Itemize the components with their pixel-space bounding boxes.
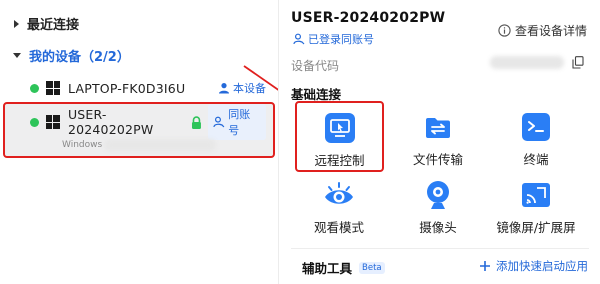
recent-connections-label: 最近连接 [27, 18, 80, 33]
windows-icon [45, 115, 60, 129]
add-quick-launch-label: 添加快速启动应用 [496, 259, 588, 273]
tile-label: 文件传输 [412, 152, 463, 167]
same-account-tag: 同账号 [208, 104, 266, 140]
aux-tools-title: 辅助工具 [302, 261, 353, 276]
tile-label: 摄像头 [419, 220, 457, 235]
redacted-device-code [490, 56, 564, 69]
detail-device-name: USER-20240202PW [291, 10, 446, 26]
my-devices-label: 我的设备（2/2） [29, 50, 130, 65]
copy-icon[interactable] [572, 56, 584, 69]
caret-right-icon [14, 19, 19, 28]
logged-in-badge: 已登录同账号 [293, 31, 374, 47]
windows-icon [46, 81, 60, 95]
tile-label: 远程控制 [314, 153, 365, 168]
beta-badge: Beta [359, 261, 385, 274]
view-details-label: 查看设备详情 [515, 24, 588, 38]
my-devices-group[interactable]: 我的设备（2/2） [13, 46, 130, 65]
tile-label: 终端 [523, 152, 549, 167]
user-link-icon [293, 33, 305, 45]
online-status-dot [30, 83, 39, 93]
device-row-laptop[interactable]: LAPTOP-FK0D3I6U 本设备 [30, 80, 266, 96]
aux-tools-header: 辅助工具 Beta [302, 258, 385, 277]
section-divider [291, 248, 589, 249]
tile-label: 镜像屏/扩展屏 [496, 220, 576, 235]
cast-screen-icon [522, 183, 550, 207]
info-icon [498, 24, 511, 37]
watch-mode-button[interactable]: 观看模式 [299, 170, 379, 240]
file-transfer-button[interactable]: 文件传输 [398, 102, 478, 172]
online-status-dot [30, 117, 39, 127]
recent-connections-group[interactable]: 最近连接 [14, 14, 79, 33]
tile-label: 观看模式 [313, 220, 364, 235]
device-os-label: Windows [62, 140, 103, 150]
caret-down-icon [13, 53, 21, 58]
mirror-extend-screen-button[interactable]: 镜像屏/扩展屏 [490, 170, 582, 240]
device-code-label: 设备代码 [291, 59, 340, 73]
terminal-icon [522, 113, 550, 141]
logged-in-label: 已登录同账号 [308, 33, 374, 46]
device-row-user[interactable]: USER-20240202PW 同账号 [30, 104, 266, 140]
view-details-link[interactable]: 查看设备详情 [498, 22, 587, 39]
file-transfer-icon [426, 118, 450, 138]
camera-button[interactable]: 摄像头 [398, 170, 478, 240]
user-icon [219, 83, 229, 94]
remote-control-button[interactable]: 远程控制 [295, 101, 384, 172]
lock-icon [192, 115, 202, 129]
eye-icon [325, 182, 353, 204]
camera-icon [427, 181, 449, 209]
user-link-icon [213, 116, 225, 128]
device-name: USER-20240202PW [67, 107, 154, 137]
plus-icon [480, 261, 490, 271]
terminal-button[interactable]: 终端 [496, 102, 576, 172]
redacted-info [104, 139, 216, 151]
device-sidebar: 最近连接 我的设备（2/2） LAPTOP-FK0D3I6U 本设备 USER-… [0, 0, 278, 284]
remote-control-icon [324, 113, 355, 143]
device-name: LAPTOP-FK0D3I6U [68, 80, 186, 96]
same-account-tag-label: 同账号 [228, 108, 251, 137]
add-quick-launch-button[interactable]: 添加快速启动应用 [479, 258, 588, 274]
